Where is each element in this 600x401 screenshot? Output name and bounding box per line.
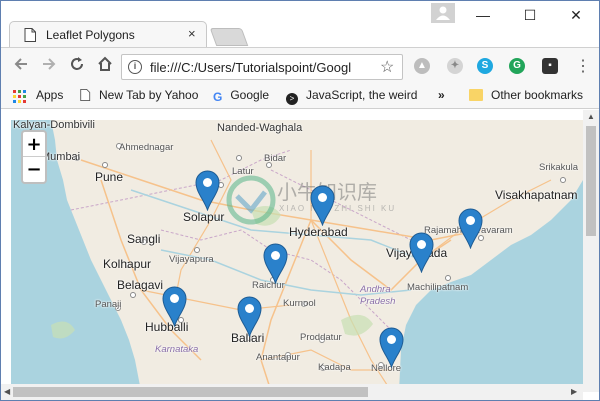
map-marker-icon[interactable] bbox=[263, 243, 288, 284]
place-label: Solapur bbox=[183, 210, 225, 224]
state-label: Karnataka bbox=[155, 344, 199, 355]
bookmark-star-icon[interactable]: ☆ bbox=[380, 57, 394, 77]
state-label: Pradesh bbox=[360, 296, 396, 307]
extension-box-icon[interactable]: ▪ bbox=[542, 58, 558, 74]
watermark-subtext: XIAO NIU ZHI SHI KU bbox=[279, 204, 397, 213]
menu-dots-icon[interactable]: ⋮ bbox=[575, 56, 591, 76]
map-marker-icon[interactable] bbox=[409, 232, 434, 273]
scroll-right-arrow-icon[interactable]: ▶ bbox=[571, 387, 577, 396]
zoom-control: + − bbox=[21, 130, 47, 184]
profile-icon[interactable] bbox=[431, 3, 455, 23]
page-icon bbox=[80, 89, 91, 101]
place-label: Kolhapur bbox=[103, 257, 152, 271]
place-label: Visakhapatnam bbox=[495, 188, 578, 202]
place-label: Proddatur bbox=[300, 332, 342, 343]
title-bar: Leaflet Polygons × — ☐ ✕ bbox=[1, 1, 599, 48]
bookmark-apps[interactable]: Apps bbox=[36, 88, 63, 102]
page-content: Kalyan-Dombivili Nanded-Waghala Mumbai A… bbox=[1, 110, 599, 400]
bookmarks-bar: Apps New Tab by Yahoo G Google > JavaScrip… bbox=[1, 83, 599, 109]
active-tab[interactable]: Leaflet Polygons × bbox=[9, 21, 207, 48]
zoom-out-button[interactable]: − bbox=[23, 157, 45, 182]
bookmark-other[interactable]: Other bookmarks bbox=[469, 88, 583, 102]
map-marker-icon[interactable] bbox=[162, 286, 187, 327]
back-arrow-icon[interactable] bbox=[11, 56, 31, 76]
state-label: Andhra bbox=[360, 284, 391, 295]
scroll-left-arrow-icon[interactable]: ◀ bbox=[4, 387, 10, 396]
extension-icon[interactable]: ✦ bbox=[447, 58, 463, 74]
map-marker-icon[interactable] bbox=[237, 296, 262, 337]
terminal-icon: > bbox=[286, 93, 298, 105]
reload-icon[interactable] bbox=[67, 56, 87, 76]
apps-grid-icon[interactable] bbox=[13, 90, 26, 103]
drive-extension-icon[interactable]: ▲ bbox=[414, 58, 430, 74]
place-label: Ahmednagar bbox=[119, 142, 174, 153]
minimize-button[interactable]: — bbox=[463, 7, 503, 27]
address-bar[interactable]: i file:///C:/Users/Tutorialspoint/Googl … bbox=[121, 54, 403, 80]
place-label: Belagavi bbox=[117, 278, 164, 292]
folder-icon bbox=[469, 89, 483, 101]
bookmark-label: Google bbox=[230, 88, 270, 102]
bookmark-google[interactable]: G Google bbox=[213, 88, 270, 104]
close-window-button[interactable]: ✕ bbox=[556, 7, 596, 27]
url-text[interactable]: file:///C:/Users/Tutorialspoint/Googl bbox=[150, 60, 374, 75]
place-label: Sangli bbox=[127, 232, 161, 246]
place-label: Bidar bbox=[264, 153, 287, 164]
bookmark-javascript[interactable]: > JavaScript, the weird bbox=[286, 88, 417, 105]
leaflet-map[interactable]: Kalyan-Dombivili Nanded-Waghala Mumbai A… bbox=[11, 120, 583, 391]
browser-window: Leaflet Polygons × — ☐ ✕ i file:///C:/Us… bbox=[0, 0, 600, 401]
map-tiles bbox=[11, 120, 583, 391]
vertical-scrollbar[interactable]: ▲ bbox=[583, 110, 599, 392]
info-icon[interactable]: i bbox=[128, 60, 142, 74]
place-label: Anantapur bbox=[256, 352, 300, 363]
bookmark-label: Other bookmarks bbox=[491, 88, 584, 102]
horizontal-scrollbar[interactable]: ◀ ▶ bbox=[1, 384, 583, 400]
maximize-button[interactable]: ☐ bbox=[510, 7, 550, 27]
scroll-up-arrow-icon[interactable]: ▲ bbox=[587, 112, 595, 121]
tab-close-icon[interactable]: × bbox=[188, 26, 196, 41]
skype-extension-icon[interactable]: S bbox=[477, 58, 493, 74]
place-label: Srikakula bbox=[539, 162, 579, 173]
zoom-in-button[interactable]: + bbox=[23, 132, 45, 157]
bookmark-new-tab-yahoo[interactable]: New Tab by Yahoo bbox=[79, 88, 198, 102]
grammarly-extension-icon[interactable]: G bbox=[509, 58, 525, 74]
bookmark-label: JavaScript, the weird bbox=[306, 88, 418, 102]
map-marker-icon[interactable] bbox=[458, 208, 483, 249]
home-icon[interactable] bbox=[95, 56, 115, 76]
place-label: Kadapa bbox=[318, 362, 351, 373]
bookmark-label: New Tab by Yahoo bbox=[99, 88, 199, 102]
new-tab-button[interactable] bbox=[209, 28, 249, 46]
place-label: Pune bbox=[95, 170, 124, 184]
horizontal-scroll-thumb[interactable] bbox=[13, 387, 368, 397]
page-icon bbox=[24, 28, 36, 42]
tab-title: Leaflet Polygons bbox=[46, 28, 135, 42]
place-label: Vijayapura bbox=[169, 254, 214, 265]
watermark-logo-icon bbox=[226, 175, 276, 225]
place-label: Panaji bbox=[95, 299, 122, 310]
vertical-scroll-thumb[interactable] bbox=[586, 126, 596, 236]
google-icon: G bbox=[213, 90, 223, 104]
place-label: Machilipatnam bbox=[407, 282, 469, 293]
map-marker-icon[interactable] bbox=[310, 185, 335, 226]
browser-toolbar: i file:///C:/Users/Tutorialspoint/Googl … bbox=[1, 47, 599, 83]
bookmarks-overflow-button[interactable]: » bbox=[438, 88, 445, 102]
place-label: Nanded-Waghala bbox=[217, 122, 303, 134]
map-marker-icon[interactable] bbox=[195, 170, 220, 211]
place-label: Kurnool bbox=[283, 298, 316, 309]
forward-arrow-icon[interactable] bbox=[39, 56, 59, 76]
map-marker-icon[interactable] bbox=[379, 327, 404, 368]
